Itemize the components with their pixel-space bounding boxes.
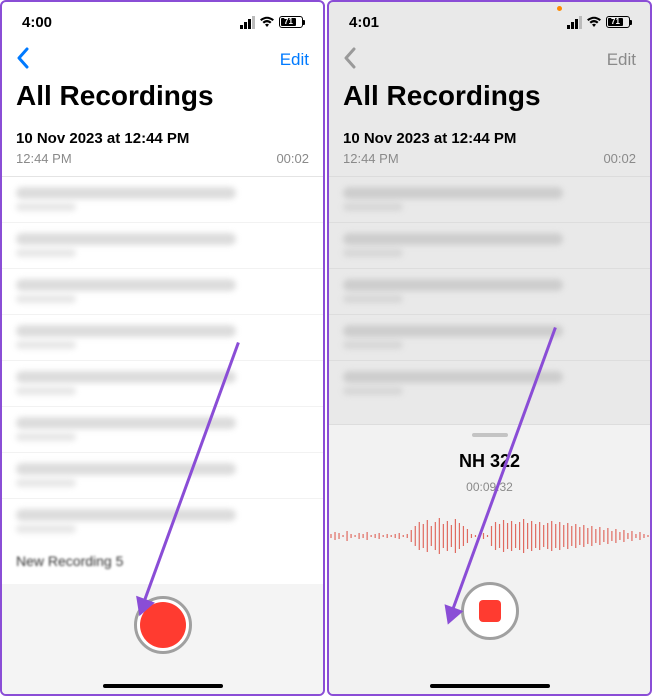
battery-icon: 71 <box>606 16 630 28</box>
recording-title: 10 Nov 2023 at 12:44 PM <box>343 130 636 147</box>
home-indicator[interactable] <box>103 684 223 688</box>
recording-item[interactable]: 10 Nov 2023 at 12:44 PM 12:44 PM 00:02 <box>329 122 650 177</box>
record-button[interactable] <box>134 596 192 654</box>
wifi-icon <box>259 16 275 28</box>
recording-time: 12:44 PM <box>343 151 399 166</box>
list-item-label: New Recording 5 <box>2 545 323 569</box>
back-chevron-icon[interactable] <box>343 47 356 74</box>
active-recording-elapsed: 00:09.32 <box>466 480 513 494</box>
cellular-icon <box>567 16 582 29</box>
back-chevron-icon[interactable] <box>16 47 29 74</box>
status-icons: 71 <box>240 16 303 29</box>
nav-bar: Edit <box>2 42 323 78</box>
record-icon <box>140 602 186 648</box>
battery-icon: 71 <box>279 16 303 28</box>
waveform <box>329 512 650 560</box>
recording-indicator-dot <box>557 6 562 11</box>
home-indicator[interactable] <box>430 684 550 688</box>
status-bar: 4:00 71 <box>2 2 323 42</box>
list-item[interactable] <box>2 177 323 223</box>
list-item[interactable] <box>329 223 650 269</box>
recording-panel: NH 322 00:09.32 <box>329 424 650 694</box>
edit-button[interactable]: Edit <box>607 50 636 70</box>
status-icons: 71 <box>567 16 630 29</box>
status-bar: 4:01 71 <box>329 2 650 42</box>
recording-duration: 00:02 <box>276 151 309 166</box>
list-item[interactable] <box>329 315 650 361</box>
stop-icon <box>479 600 501 622</box>
list-item[interactable] <box>329 269 650 315</box>
list-item[interactable] <box>329 361 650 407</box>
recordings-list-blurred <box>329 177 650 424</box>
page-title: All Recordings <box>329 78 650 122</box>
clock: 4:01 <box>349 14 379 31</box>
phone-left: 4:00 71 Edit All Recordings 10 Nov 2023 … <box>0 0 325 696</box>
list-item[interactable] <box>2 361 323 407</box>
panel-grabber[interactable] <box>472 433 508 437</box>
list-item[interactable] <box>329 177 650 223</box>
record-bar <box>2 584 323 694</box>
cellular-icon <box>240 16 255 29</box>
recording-title: 10 Nov 2023 at 12:44 PM <box>16 130 309 147</box>
active-recording-name: NH 322 <box>459 451 520 472</box>
recording-duration: 00:02 <box>603 151 636 166</box>
list-item[interactable] <box>2 223 323 269</box>
list-item[interactable] <box>2 407 323 453</box>
phone-right: 4:01 71 Edit All Recordings 10 Nov 2023 … <box>327 0 652 696</box>
recording-time: 12:44 PM <box>16 151 72 166</box>
stop-button[interactable] <box>461 582 519 640</box>
list-item[interactable] <box>2 269 323 315</box>
list-item[interactable] <box>2 453 323 499</box>
recording-item[interactable]: 10 Nov 2023 at 12:44 PM 12:44 PM 00:02 <box>2 122 323 177</box>
recordings-list-blurred: New Recording 5 <box>2 177 323 584</box>
wifi-icon <box>586 16 602 28</box>
nav-bar: Edit <box>329 42 650 78</box>
page-title: All Recordings <box>2 78 323 122</box>
list-item[interactable] <box>2 315 323 361</box>
edit-button[interactable]: Edit <box>280 50 309 70</box>
clock: 4:00 <box>22 14 52 31</box>
list-item[interactable] <box>2 499 323 545</box>
